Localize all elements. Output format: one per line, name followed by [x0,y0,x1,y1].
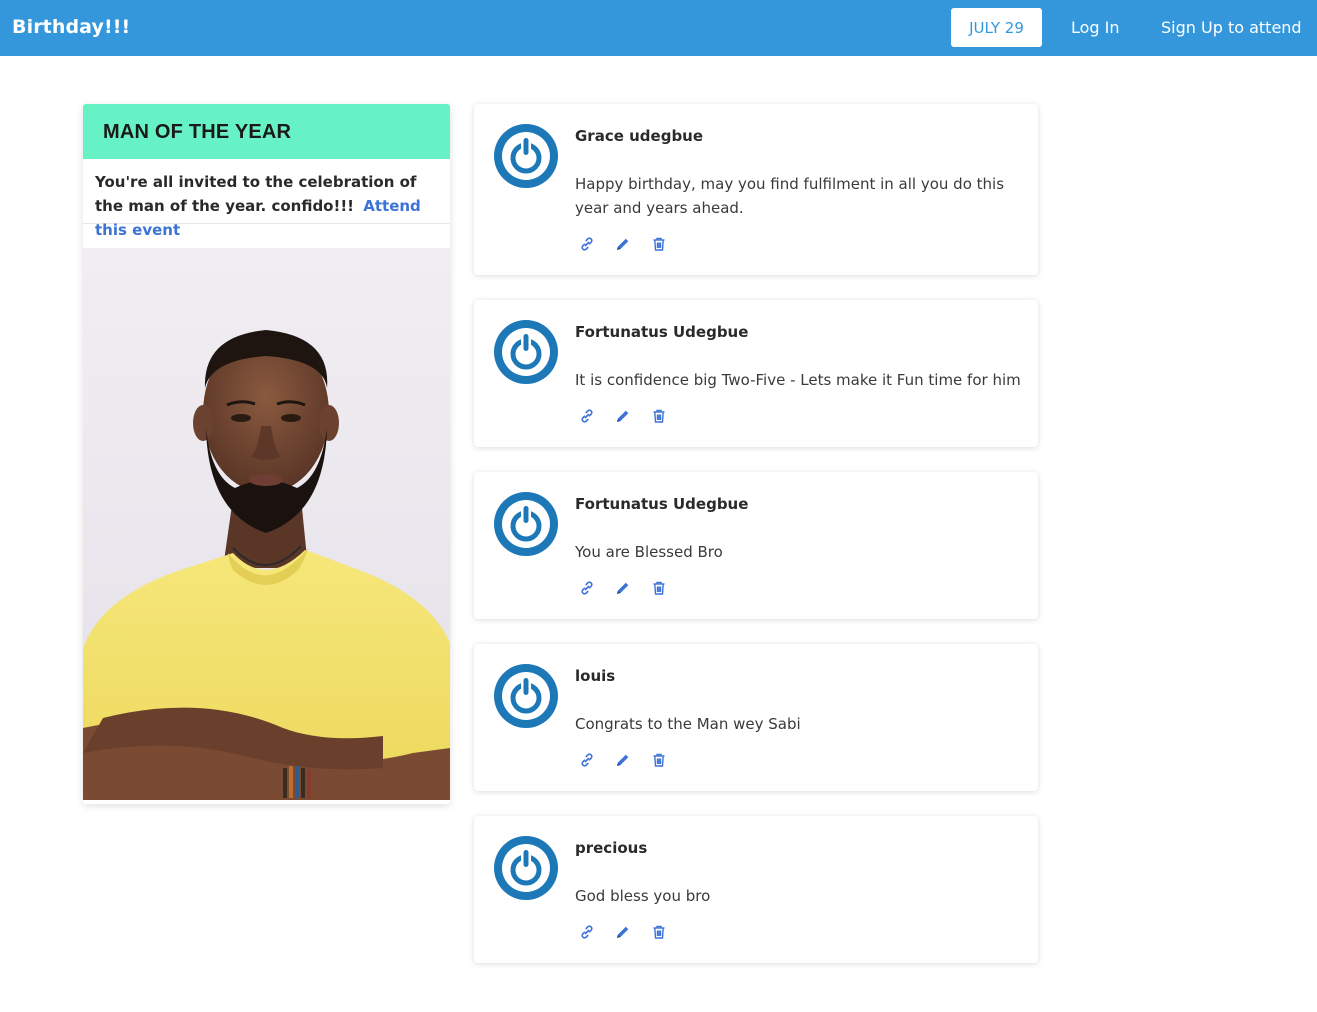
avatar-power-icon [494,124,558,188]
link-icon[interactable] [579,236,595,252]
pencil-icon[interactable] [615,752,631,768]
login-link[interactable]: Log In [1071,18,1120,37]
comment-author: louis [575,667,616,685]
comment-author: Grace udegbue [575,127,704,145]
event-header: MAN OF THE YEAR [83,104,450,159]
comment-text: God bless you bro [575,887,711,905]
comment-author: Fortunatus Udegbue [575,495,749,513]
event-card: MAN OF THE YEAR You're all invited to th… [83,104,450,804]
comment-card: precious God bless you bro [474,816,1038,963]
trash-icon[interactable] [651,924,667,940]
pencil-icon[interactable] [615,580,631,596]
avatar-power-icon [494,320,558,384]
brand-logo[interactable]: Birthday!!! [12,16,130,38]
avatar-power-icon [494,664,558,728]
pencil-icon[interactable] [615,408,631,424]
date-button[interactable]: JULY 29 [951,8,1042,47]
comment-author: precious [575,839,648,857]
event-body: You're all invited to the celebration of… [83,159,450,239]
comment-text: It is confidence big Two-Five - Lets mak… [575,371,1021,389]
trash-icon[interactable] [651,236,667,252]
navbar: Birthday!!! JULY 29 Log In Sign Up to at… [0,0,1317,56]
event-description-block: You're all invited to the celebration of… [95,170,445,242]
comment-author: Fortunatus Udegbue [575,323,749,341]
pencil-icon[interactable] [615,236,631,252]
event-title: MAN OF THE YEAR [103,121,292,143]
trash-icon[interactable] [651,408,667,424]
comment-text: Happy birthday, may you find fulfilment … [575,175,1005,217]
trash-icon[interactable] [651,752,667,768]
pencil-icon[interactable] [615,924,631,940]
link-icon[interactable] [579,752,595,768]
comment-card: Grace udegbue Happy birthday, may you fi… [474,104,1038,275]
link-icon[interactable] [579,580,595,596]
link-icon[interactable] [579,408,595,424]
avatar-power-icon [494,492,558,556]
link-icon[interactable] [579,924,595,940]
trash-icon[interactable] [651,580,667,596]
comment-text: Congrats to the Man wey Sabi [575,715,801,733]
event-photo [83,248,450,800]
comment-card: Fortunatus Udegbue You are Blessed Bro [474,472,1038,619]
signup-link[interactable]: Sign Up to attend [1161,18,1302,37]
comment-card: louis Congrats to the Man wey Sabi [474,644,1038,791]
comment-card: Fortunatus Udegbue It is confidence big … [474,300,1038,447]
avatar-power-icon [494,836,558,900]
comment-text: You are Blessed Bro [575,543,723,561]
